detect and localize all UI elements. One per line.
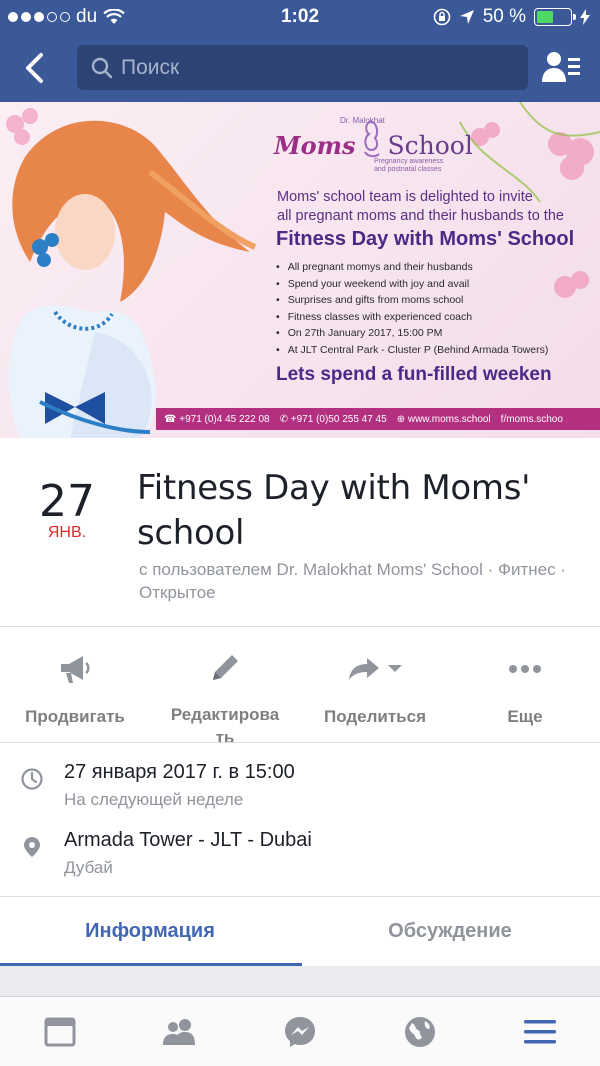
more-icon: [509, 665, 541, 673]
phone-number: ☎ +971 (0)4 45 222 08: [164, 413, 270, 425]
navigation-bar: Поиск: [0, 34, 600, 102]
banner-bullet: On 27th January 2017, 15:00 PM: [276, 325, 548, 342]
event-header: 27 ЯНВ. Fitness Day with Moms' school с …: [0, 438, 600, 626]
tab-discussion[interactable]: Обсуждение: [300, 897, 600, 966]
event-date-month: ЯНВ.: [47, 524, 87, 541]
tab-news-feed[interactable]: [0, 997, 120, 1066]
battery-percent: 50 %: [482, 6, 526, 27]
banner-contact-strip: ☎ +971 (0)4 45 222 08 ✆ +971 (0)50 255 4…: [156, 408, 600, 430]
event-date-day: 27: [39, 476, 95, 527]
battery-icon: [534, 8, 576, 26]
search-placeholder: Поиск: [121, 55, 180, 79]
banner-bullet: All pregnant momys and their husbands: [276, 259, 548, 276]
news-feed-icon: [44, 1017, 76, 1046]
mother-silhouette-icon: [364, 120, 381, 158]
content-divider: [0, 966, 600, 996]
rotation-lock-icon: [433, 8, 450, 26]
whatsapp-number: ✆ +971 (0)50 255 47 45: [279, 413, 387, 425]
chevron-down-icon: [388, 665, 402, 672]
tab-friends[interactable]: [120, 997, 240, 1066]
banner-bullet: Fitness classes with experienced coach: [276, 309, 548, 326]
event-host-info[interactable]: с пользователем Dr. Malokhat Moms' Schoo…: [139, 558, 579, 604]
website: ⊕ www.moms.school: [396, 413, 491, 425]
location-arrow-icon: [459, 10, 474, 24]
chevron-left-icon: [26, 53, 43, 83]
status-bar: du 1:02 50 %: [0, 0, 600, 34]
event-datetime: 27 января 2017 г. в 15:00: [64, 761, 295, 783]
tab-info[interactable]: Информация: [0, 897, 302, 966]
event-city: Дубай: [64, 858, 113, 877]
event-location: Armada Tower - JLT - Dubai: [64, 829, 312, 851]
person-list-icon: [542, 52, 580, 82]
event-title: Fitness Day with Moms' school: [137, 468, 531, 553]
globe-icon: [405, 1016, 435, 1047]
menu-icon: [524, 1019, 556, 1043]
banner-bullet: Spend your weekend with joy and avail: [276, 276, 548, 293]
facebook-page: f/moms.schoo: [500, 413, 563, 425]
friends-icon: [163, 1018, 195, 1045]
tab-messenger[interactable]: [240, 997, 360, 1066]
location-pin-icon: [24, 837, 40, 857]
event-datetime-relative: На следующей неделе: [64, 790, 244, 809]
banner-intro: Moms' school team is delighted to invite…: [277, 189, 564, 224]
event-tabs: Информация Обсуждение: [0, 896, 600, 966]
search-icon: [91, 57, 113, 78]
megaphone-icon: [61, 656, 90, 683]
logo-prefix: Dr. Malokhat: [340, 116, 385, 125]
banner-headline: Fitness Day with Moms' School: [276, 228, 575, 250]
share-label: Поделиться: [323, 707, 427, 726]
edit-button[interactable]: Редактирова ть: [150, 627, 300, 747]
more-label: Еще: [507, 707, 543, 726]
promote-button[interactable]: Продвигать: [0, 627, 150, 742]
status-right: 50 %: [433, 6, 590, 28]
bottom-tab-bar: [0, 996, 600, 1066]
search-input[interactable]: Поиск: [77, 45, 528, 90]
event-actions: Продвигать Редактирова ть Поделиться Еще: [0, 626, 600, 747]
banner-bullet: Surprises and gifts from moms school: [276, 292, 548, 309]
logo-tagline: Pregnancy awareness and postnatal classes: [374, 158, 444, 173]
charging-icon: [580, 9, 590, 25]
share-button[interactable]: Поделиться: [300, 627, 450, 742]
share-icon: [349, 658, 379, 680]
event-cover-image[interactable]: Moms School Dr. Malokhat Pregnancy aware…: [0, 102, 600, 438]
banner-bullet: At JLT Central Park - Cluster P (Behind …: [276, 342, 549, 359]
friends-requests-button[interactable]: [540, 48, 584, 88]
promote-label: Продвигать: [25, 707, 125, 726]
logo-moms-text: Moms: [274, 131, 356, 160]
more-button[interactable]: Еще: [450, 627, 600, 742]
moms-school-logo: Moms School Dr. Malokhat Pregnancy aware…: [274, 116, 473, 173]
logo-school-text: School: [387, 131, 473, 160]
banner-bullet-list: All pregnant momys and their husbands Sp…: [276, 259, 549, 359]
messenger-icon: [285, 1016, 315, 1047]
clock-icon: [21, 768, 43, 790]
tab-notifications[interactable]: [360, 997, 480, 1066]
tab-menu[interactable]: [480, 997, 600, 1066]
event-details: 27 января 2017 г. в 15:00 На следующей н…: [0, 742, 600, 896]
back-button[interactable]: [14, 46, 54, 90]
pencil-icon: [213, 655, 238, 680]
banner-cta: Lets spend a fun-filled weeken: [276, 364, 552, 385]
